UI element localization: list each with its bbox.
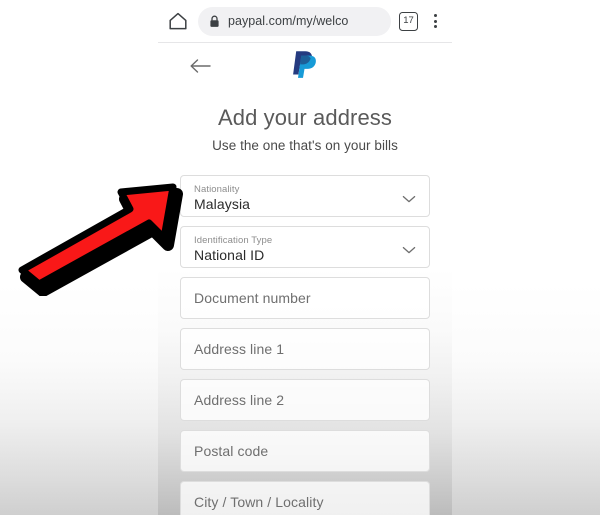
chevron-down-icon[interactable] (401, 191, 417, 203)
paypal-logo (292, 49, 318, 79)
browser-toolbar: paypal.com/my/welco 17 (158, 0, 452, 43)
field-value: Malaysia (194, 195, 251, 212)
field-identification-type[interactable]: Identification Type National ID (180, 226, 430, 268)
field-placeholder: City / Town / Locality (194, 493, 324, 510)
back-arrow-icon[interactable] (188, 55, 214, 77)
left-gutter (0, 0, 158, 515)
field-placeholder: Address line 2 (194, 391, 285, 408)
page-header (158, 43, 452, 93)
home-icon[interactable] (167, 10, 189, 32)
field-document-number[interactable]: Document number (180, 277, 430, 319)
field-address-line-1[interactable]: Address line 1 (180, 328, 430, 370)
tab-count-label: 17 (403, 15, 414, 27)
field-value: National ID (194, 246, 265, 263)
screenshot-canvas: paypal.com/my/welco 17 Add your address … (0, 0, 600, 515)
field-placeholder: Document number (194, 289, 311, 306)
url-bar[interactable]: paypal.com/my/welco (198, 6, 391, 36)
field-address-line-2[interactable]: Address line 2 (180, 379, 430, 421)
field-placeholder: Postal code (194, 442, 269, 459)
overflow-menu-icon[interactable] (425, 11, 445, 31)
field-nationality[interactable]: Nationality Malaysia (180, 175, 430, 217)
url-text: paypal.com/my/welco (228, 14, 349, 28)
field-postal-code[interactable]: Postal code (180, 430, 430, 472)
field-city-town-locality[interactable]: City / Town / Locality (180, 481, 430, 515)
right-gutter (452, 0, 600, 515)
phone-viewport: paypal.com/my/welco 17 Add your address … (158, 0, 452, 515)
field-label: Nationality (194, 183, 240, 195)
page-subtitle: Use the one that's on your bills (212, 138, 398, 153)
field-placeholder: Address line 1 (194, 340, 285, 357)
address-form: Nationality Malaysia Identification Type… (158, 175, 452, 515)
chevron-down-icon[interactable] (401, 242, 417, 254)
page-title: Add your address (217, 105, 393, 130)
tab-counter-button[interactable]: 17 (399, 11, 418, 31)
field-label: Identification Type (194, 234, 273, 246)
lock-icon (209, 15, 220, 28)
web-page-content: Add your address Use the one that's on y… (158, 43, 452, 515)
